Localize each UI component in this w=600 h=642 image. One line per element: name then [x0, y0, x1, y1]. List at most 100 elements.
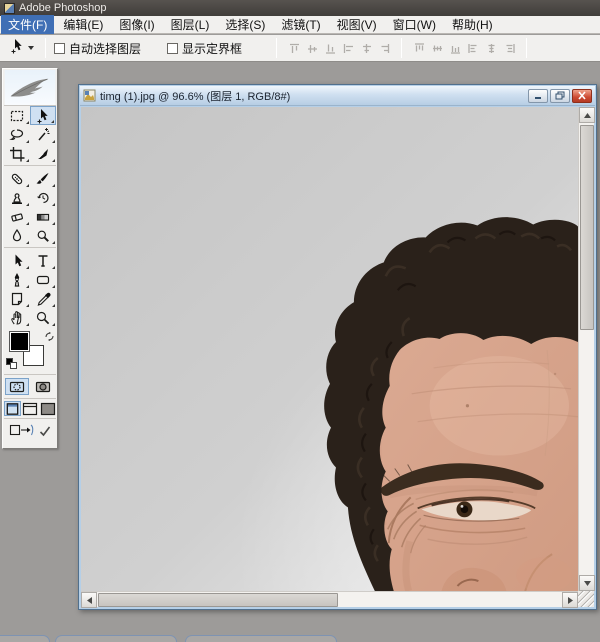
flyout-indicator — [26, 323, 29, 326]
horizontal-scrollbar[interactable] — [81, 591, 578, 607]
align-vertical-centers-button — [304, 41, 320, 56]
lasso-tool[interactable] — [4, 125, 30, 144]
flyout-indicator — [26, 140, 29, 143]
show-bounding-box-checkbox[interactable] — [167, 43, 178, 54]
blur-tool[interactable] — [4, 226, 30, 245]
menu-item-file[interactable]: 文件(F) — [1, 15, 54, 34]
healing-brush-tool[interactable] — [4, 169, 30, 188]
default-colors-icon[interactable] — [6, 358, 18, 370]
palette-tab-1[interactable] — [0, 635, 50, 642]
tool-preset-picker[interactable] — [6, 36, 37, 61]
app-titlebar: Adobe Photoshop — [0, 0, 600, 16]
clone-stamp-tool[interactable] — [4, 188, 30, 207]
dodge-tool[interactable] — [30, 226, 56, 245]
chevron-down-icon — [28, 46, 34, 50]
scroll-up-button[interactable] — [579, 107, 595, 123]
flyout-indicator — [26, 304, 29, 307]
photoshop-feather-logo[interactable] — [4, 70, 56, 106]
screen-mode-buttons — [4, 398, 56, 418]
move-tool[interactable] — [30, 106, 56, 125]
menu-item-image[interactable]: 图像(I) — [112, 15, 161, 34]
zoom-tool[interactable] — [30, 308, 56, 327]
brush-tool[interactable] — [30, 169, 56, 188]
fullscreen-with-menubar-mode-button[interactable] — [22, 401, 39, 416]
photo-canvas[interactable] — [81, 107, 578, 591]
magic-wand-tool[interactable] — [30, 125, 56, 144]
distribute-top-edges-button — [411, 41, 427, 56]
flyout-indicator — [52, 304, 55, 307]
app-title: Adobe Photoshop — [19, 2, 106, 14]
arrow-up-icon — [584, 113, 591, 118]
scroll-left-button[interactable] — [81, 592, 97, 608]
eyedropper-tool[interactable] — [30, 289, 56, 308]
imageready-row — [4, 418, 56, 447]
pen-tool[interactable] — [4, 270, 30, 289]
flyout-indicator — [26, 285, 29, 288]
menu-item-filter[interactable]: 滤镜(T) — [274, 15, 327, 34]
flyout-indicator — [52, 203, 55, 206]
menu-item-edit[interactable]: 编辑(E) — [56, 15, 110, 34]
minimize-button[interactable] — [528, 89, 548, 103]
swap-colors-icon[interactable] — [44, 331, 55, 342]
menu-item-help[interactable]: 帮助(H) — [445, 15, 500, 34]
restore-button[interactable] — [550, 89, 570, 103]
standard-screen-mode-button[interactable] — [4, 401, 21, 416]
distribute-bottom-edges-button — [447, 41, 463, 56]
resize-grip[interactable] — [578, 591, 594, 607]
checkbox-group-show-bounding-box: 显示定界框 — [167, 40, 242, 57]
scroll-right-button[interactable] — [562, 592, 578, 608]
flyout-indicator — [26, 159, 29, 162]
hand-tool[interactable] — [4, 308, 30, 327]
flyout-indicator — [51, 120, 54, 123]
notes-tool[interactable] — [4, 289, 30, 308]
flyout-indicator — [26, 241, 29, 244]
separator — [526, 38, 527, 58]
edit-in-imageready-button[interactable] — [9, 422, 35, 443]
auto-select-layer-checkbox[interactable] — [54, 43, 65, 54]
vertical-scroll-thumb[interactable] — [580, 125, 594, 330]
history-brush-tool[interactable] — [30, 188, 56, 207]
distribute-horizontal-centers-button — [483, 41, 499, 56]
flyout-indicator — [52, 285, 55, 288]
eraser-tool[interactable] — [4, 207, 30, 226]
path-selection-tool[interactable] — [4, 251, 30, 270]
rectangular-marquee-tool[interactable] — [4, 106, 30, 125]
flyout-indicator — [52, 266, 55, 269]
horizontal-scroll-thumb[interactable] — [98, 593, 338, 607]
flyout-indicator — [26, 121, 29, 124]
scroll-down-button[interactable] — [579, 575, 595, 591]
type-tool[interactable] — [30, 251, 56, 270]
move-tool-icon — [9, 38, 25, 59]
shape-tool[interactable] — [30, 270, 56, 289]
flyout-indicator — [52, 184, 55, 187]
palette-tab-3[interactable] — [185, 635, 337, 642]
distribute-right-edges-button — [501, 41, 517, 56]
flyout-indicator — [26, 266, 29, 269]
flyout-indicator — [26, 222, 29, 225]
align-right-edges-button — [376, 41, 392, 56]
options-bar: 自动选择图层显示定界框 — [0, 35, 600, 62]
align-bottom-edges-button — [322, 41, 338, 56]
document-canvas-area — [81, 107, 594, 607]
menu-item-layer[interactable]: 图层(L) — [164, 15, 217, 34]
check-icon — [39, 424, 51, 442]
foreground-color-swatch[interactable] — [9, 331, 30, 352]
fullscreen-mode-button[interactable] — [40, 401, 57, 416]
document-titlebar[interactable]: timg (1).jpg @ 96.6% (图层 1, RGB/8#) — [80, 86, 595, 106]
menu-item-window[interactable]: 窗口(W) — [386, 15, 443, 34]
menu-item-view[interactable]: 视图(V) — [330, 15, 384, 34]
flyout-indicator — [52, 323, 55, 326]
close-button[interactable] — [572, 89, 592, 103]
gradient-tool[interactable] — [30, 207, 56, 226]
color-swatches — [4, 330, 56, 372]
align-buttons-group — [285, 41, 393, 56]
slice-tool[interactable] — [30, 144, 56, 163]
quick-mask-mode-button[interactable] — [31, 378, 55, 395]
palette-tab-2[interactable] — [55, 635, 177, 642]
flyout-indicator — [52, 222, 55, 225]
crop-tool[interactable] — [4, 144, 30, 163]
menu-item-select[interactable]: 选择(S) — [218, 15, 272, 34]
vertical-scrollbar[interactable] — [578, 107, 594, 591]
standard-mode-button[interactable] — [5, 378, 29, 395]
distribute-left-edges-button — [465, 41, 481, 56]
